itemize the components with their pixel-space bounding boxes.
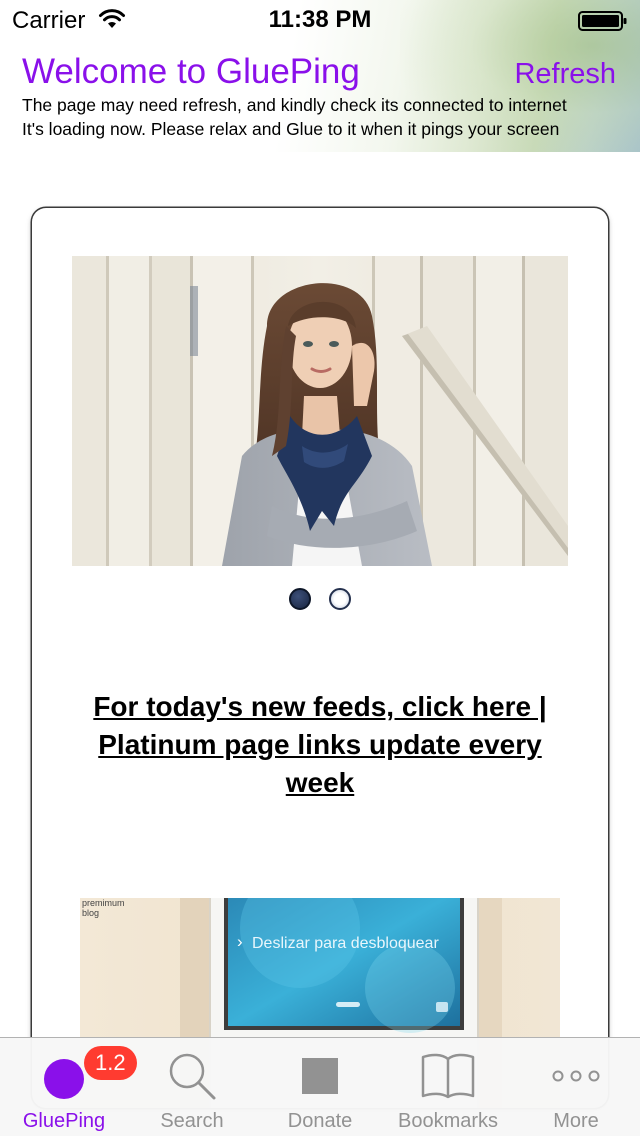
page-dot-1[interactable] <box>288 588 311 610</box>
clock: 11:38 PM <box>268 6 372 33</box>
tab-more-icon-wrap <box>512 1050 640 1102</box>
tab-donate-label: Donate <box>287 1110 353 1132</box>
tab-search[interactable]: Search <box>128 1038 256 1136</box>
refresh-button[interactable]: Refresh <box>514 58 616 91</box>
tab-search-icon-wrap <box>128 1050 256 1102</box>
tab-search-label: Search <box>160 1110 224 1132</box>
slide-to-unlock-text: Deslizar para desbloquear <box>252 935 439 952</box>
info-text-loading: It's loading now. Please relax and Glue … <box>22 119 560 139</box>
carousel-image[interactable] <box>72 256 568 566</box>
carousel-page-indicator[interactable] <box>32 588 608 612</box>
tab-donate-icon-wrap <box>256 1050 384 1102</box>
blog-label-text: premimum blog <box>82 898 125 918</box>
search-icon <box>169 1053 216 1100</box>
battery-icon <box>578 11 627 31</box>
tab-more-label: More <box>553 1110 599 1132</box>
welcome-title: Welcome to GluePing <box>22 52 360 91</box>
info-text-connectivity: The page may need refresh, and kindly ch… <box>22 95 567 115</box>
tab-donate[interactable]: Donate <box>256 1038 384 1136</box>
status-bar: Carrier 11:38 PM <box>0 0 640 40</box>
tab-bar: 1.2 GluePing Search Donate Bookmarks Mor… <box>0 1037 640 1136</box>
feed-card: For today's new feeds, click here | Plat… <box>32 208 608 1108</box>
tab-bookmarks[interactable]: Bookmarks <box>384 1038 512 1136</box>
tab-bookmarks-label: Bookmarks <box>397 1110 499 1132</box>
app-screen: Carrier 11:38 PM Welcome to GluePing Ref… <box>0 0 640 1136</box>
slide-to-unlock-chevron: › <box>237 932 243 951</box>
tab-more[interactable]: More <box>512 1038 640 1136</box>
tab-glueping-label: GluePing <box>22 1110 106 1132</box>
blog-label: premimum blog <box>82 898 132 918</box>
woman-fence-photo <box>72 256 568 566</box>
tab-bookmarks-icon-wrap <box>384 1050 512 1102</box>
page-dot-2[interactable] <box>329 588 352 610</box>
donate-icon <box>302 1058 338 1094</box>
glueping-dot-icon <box>44 1059 84 1099</box>
more-icon <box>552 1070 600 1082</box>
tab-glueping[interactable]: 1.2 GluePing <box>0 1038 137 1136</box>
header-banner: Carrier 11:38 PM Welcome to GluePing Ref… <box>0 0 640 152</box>
todays-feeds-link[interactable]: For today's new feeds, click here | Plat… <box>62 688 578 802</box>
bookmarks-icon <box>421 1053 475 1099</box>
